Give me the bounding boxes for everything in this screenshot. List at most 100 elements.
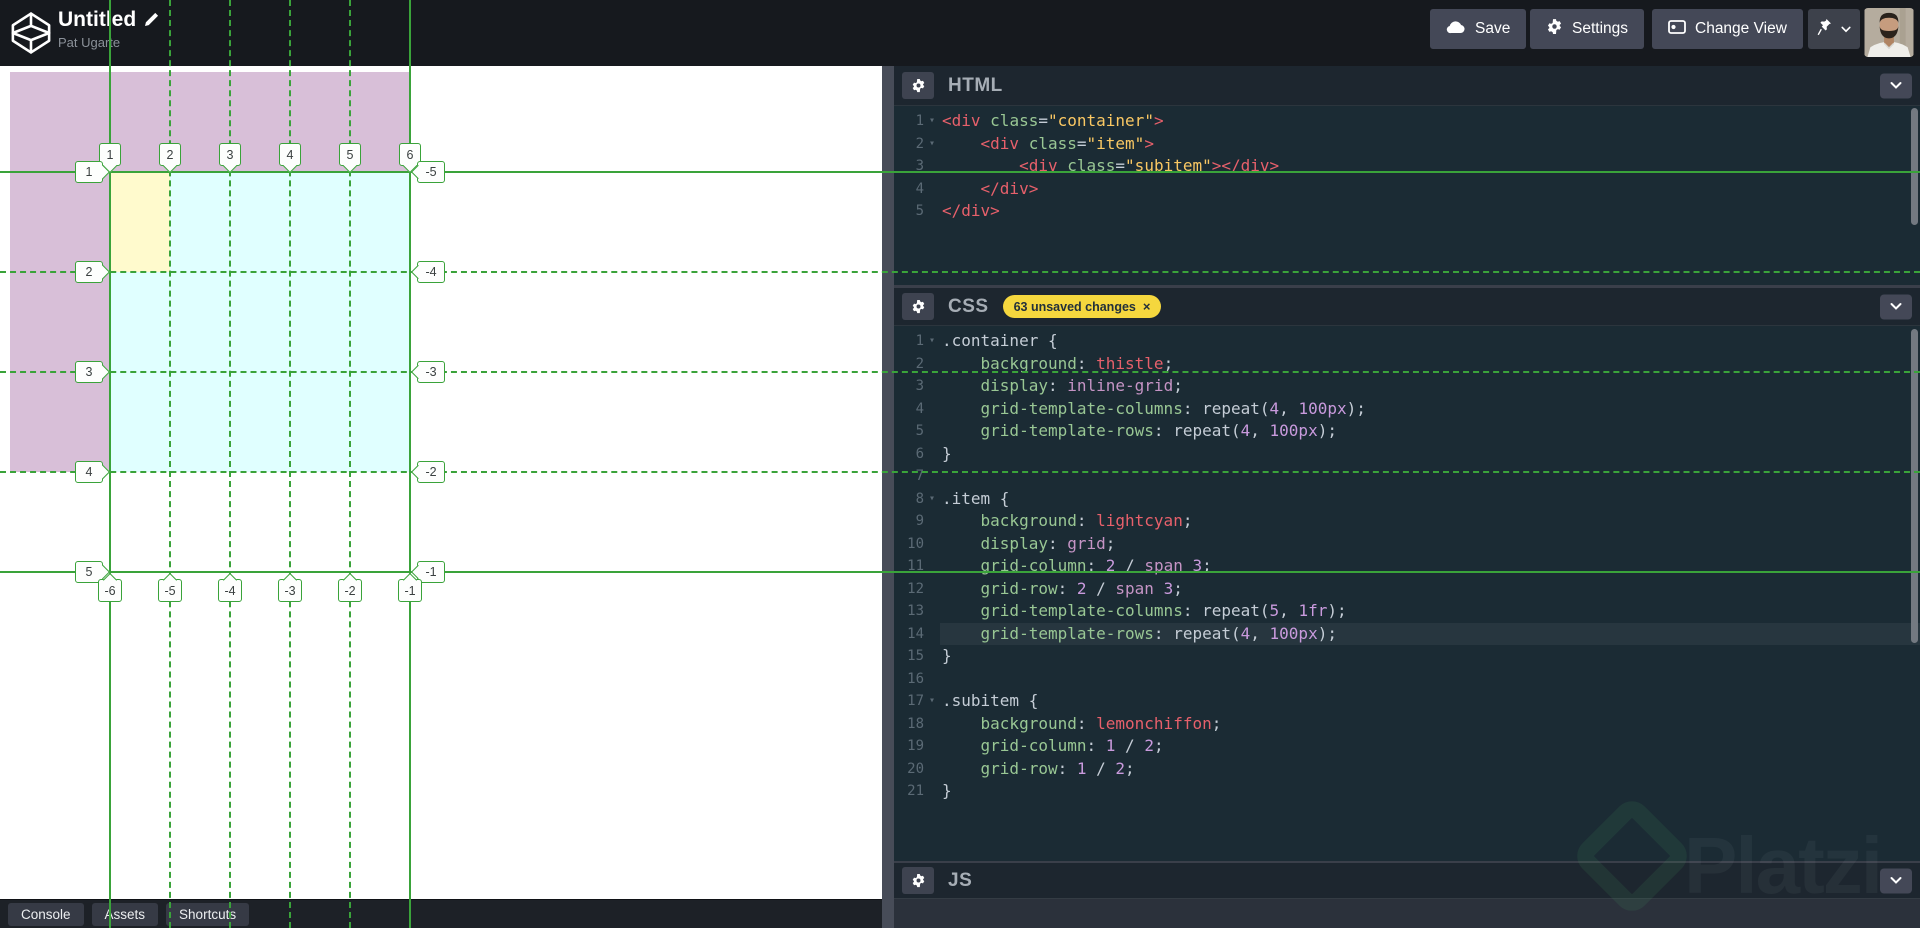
screen-icon [1668, 19, 1686, 39]
code-line[interactable]: 5 grid-template-rows: repeat(4, 100px); [898, 420, 1920, 443]
code-line[interactable]: 11 grid-column: 2 / span 3; [898, 555, 1920, 578]
code-line[interactable]: 3 <div class="subitem"></div> [898, 155, 1920, 178]
pin-menu-button[interactable] [1808, 9, 1860, 49]
settings-button[interactable]: Settings [1530, 9, 1645, 49]
line-number: 16 [907, 670, 924, 687]
console-button[interactable]: Console [8, 902, 84, 926]
js-collapse-button[interactable] [1880, 868, 1912, 893]
line-number: 6 [915, 445, 924, 462]
js-code-editor[interactable] [894, 899, 1920, 928]
panes-resizer[interactable] [882, 66, 894, 928]
avatar[interactable] [1864, 8, 1914, 57]
fold-arrow-icon[interactable]: ▾ [924, 133, 940, 156]
code-line[interactable]: 15} [898, 645, 1920, 668]
fold-gutter [924, 420, 940, 443]
line-number: 3 [915, 158, 924, 174]
save-button[interactable]: Save [1430, 9, 1527, 49]
fold-gutter [924, 555, 940, 578]
code-line[interactable]: 6} [898, 443, 1920, 466]
code-line[interactable]: 1 ▾ .container { [898, 330, 1920, 353]
css-settings-gear-icon[interactable] [902, 293, 934, 320]
line-number: 10 [907, 535, 924, 552]
code-line[interactable]: 4 grid-template-columns: repeat(4, 100px… [898, 398, 1920, 421]
fold-gutter [924, 623, 940, 646]
fold-gutter [924, 178, 940, 201]
css-collapse-button[interactable] [1880, 294, 1912, 319]
gear-icon [1546, 18, 1563, 40]
code-line[interactable]: 5 </div> [898, 200, 1920, 223]
cloud-icon [1446, 20, 1466, 39]
fold-arrow-icon[interactable]: ▾ [924, 110, 940, 133]
code-line[interactable]: 16 [898, 668, 1920, 691]
badge-close-icon[interactable]: × [1143, 299, 1151, 314]
fold-arrow-icon[interactable]: ▾ [924, 690, 940, 713]
code-line[interactable]: 20 grid-row: 1 / 2; [898, 758, 1920, 781]
fold-arrow-icon[interactable]: ▾ [924, 488, 940, 511]
html-code-editor[interactable]: 1 ▾ <div class="container"> 2 ▾ <div class="… [894, 106, 1920, 223]
line-number: 2 [915, 135, 924, 152]
css-editor-scrollbar[interactable] [1911, 329, 1918, 643]
line-number: 2 [915, 355, 924, 372]
fold-gutter [924, 398, 940, 421]
line-number: 15 [907, 648, 924, 664]
line-number: 18 [907, 715, 924, 732]
fold-gutter [924, 510, 940, 533]
code-line[interactable]: 7 [898, 465, 1920, 488]
html-settings-gear-icon[interactable] [902, 72, 934, 99]
fold-gutter [924, 735, 940, 758]
code-line[interactable]: 10 display: grid; [898, 533, 1920, 556]
codepen-logo-icon[interactable] [10, 11, 52, 55]
fold-gutter [924, 465, 940, 488]
code-line[interactable]: 17 ▾ .subitem { [898, 690, 1920, 713]
code-line[interactable]: 13 grid-template-columns: repeat(5, 1fr)… [898, 600, 1920, 623]
assets-button[interactable]: Assets [91, 902, 159, 926]
code-line[interactable]: 8 ▾ .item { [898, 488, 1920, 511]
fold-gutter [924, 200, 940, 223]
pin-icon [1817, 18, 1832, 41]
fold-gutter [924, 600, 940, 623]
code-line[interactable]: 14 grid-template-rows: repeat(4, 100px); [898, 622, 1920, 646]
js-panel-header: JS [894, 863, 1920, 899]
pen-author[interactable]: Pat Ugarte [58, 35, 159, 50]
code-line[interactable]: 19 grid-column: 1 / 2; [898, 735, 1920, 758]
code-line[interactable]: 3 display: inline-grid; [898, 375, 1920, 398]
save-label: Save [1475, 20, 1511, 37]
code-line[interactable]: 12 grid-row: 2 / span 3; [898, 578, 1920, 601]
pen-title: Untitled [58, 8, 137, 31]
line-number: 11 [907, 558, 924, 574]
css-code-editor[interactable]: 1 ▾ .container {2 background: thistle; 3 di… [894, 326, 1920, 803]
code-line[interactable]: 2 ▾ <div class="item"> [898, 133, 1920, 156]
fold-gutter [924, 353, 940, 376]
html-editor-scrollbar[interactable] [1911, 108, 1918, 225]
fold-gutter [924, 758, 940, 781]
line-number: 7 [915, 468, 924, 484]
fold-arrow-icon[interactable]: ▾ [924, 330, 940, 353]
fold-gutter [924, 533, 940, 556]
code-line[interactable]: 4 </div> [898, 178, 1920, 201]
edit-pencil-icon[interactable] [145, 8, 159, 32]
footer-bar: Console Assets Shortcuts [0, 899, 882, 928]
line-number: 12 [907, 580, 924, 597]
pen-title-block: Untitled Pat Ugarte [58, 8, 159, 50]
html-collapse-button[interactable] [1880, 73, 1912, 98]
change-view-button[interactable]: Change View [1652, 9, 1803, 49]
html-panel-header: HTML [894, 66, 1920, 106]
html-panel-title: HTML [948, 74, 1003, 96]
code-line[interactable]: 1 ▾ <div class="container"> [898, 110, 1920, 133]
line-number: 1 [915, 113, 924, 129]
fold-gutter [924, 375, 940, 398]
code-line[interactable]: 9 background: lightcyan; [898, 510, 1920, 533]
line-number: 8 [915, 490, 924, 507]
settings-label: Settings [1572, 20, 1629, 37]
fold-gutter [924, 713, 940, 736]
fold-gutter [924, 780, 940, 803]
top-bar: Untitled Pat Ugarte Save Settings Change… [0, 0, 1920, 66]
shortcuts-button[interactable]: Shortcuts [166, 902, 250, 926]
code-line[interactable]: 21} [898, 780, 1920, 803]
code-line[interactable]: 2 background: thistle; [898, 353, 1920, 376]
line-number: 4 [915, 180, 924, 197]
code-line[interactable]: 18 background: lemonchiffon; [898, 713, 1920, 736]
unsaved-changes-badge[interactable]: 63 unsaved changes × [1002, 295, 1162, 318]
line-number: 19 [907, 738, 924, 754]
js-settings-gear-icon[interactable] [902, 867, 934, 894]
